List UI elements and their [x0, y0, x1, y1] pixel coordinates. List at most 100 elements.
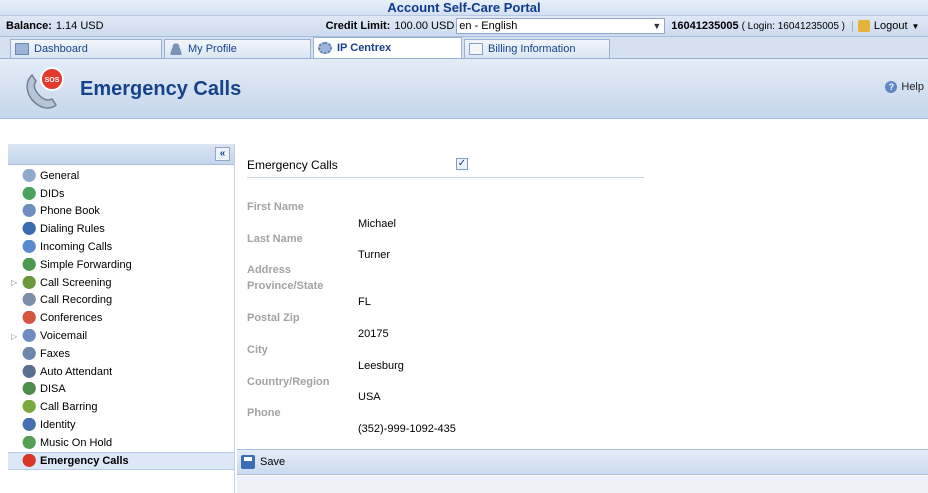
sidebar-item-label: Call Barring	[40, 401, 98, 414]
field-label: First Name	[247, 201, 304, 213]
chevron-down-icon: ▼	[911, 21, 920, 31]
page-header: SOS Emergency Calls ? Help	[0, 59, 928, 119]
field-label: City	[247, 344, 268, 356]
sidebar-item-label: DISA	[40, 383, 66, 396]
gear-icon	[318, 42, 332, 54]
save-icon	[241, 455, 255, 469]
did-icon	[22, 186, 38, 201]
tab-label: Dashboard	[34, 43, 88, 55]
incoming-calls-icon	[22, 240, 38, 255]
field-label: Last Name	[247, 233, 303, 245]
field-value: 20175	[358, 328, 389, 340]
portal-title: Account Self-Care Portal	[0, 0, 928, 16]
tab-label: My Profile	[188, 43, 237, 55]
separator: |	[851, 20, 854, 32]
login-info: ( Login: 16041235005 )	[741, 20, 845, 32]
tab-ip-centrex[interactable]: IP Centrex	[313, 37, 462, 58]
music-icon	[22, 435, 38, 450]
sos-icon	[22, 453, 38, 468]
sidebar-item-label: Phone Book	[40, 205, 100, 218]
phonebook-icon	[22, 204, 38, 219]
svg-text:SOS: SOS	[45, 77, 60, 84]
call-barring-icon	[22, 400, 38, 415]
sidebar-item[interactable]: ▷ Call Screening	[8, 274, 234, 292]
content-panel: Emergency Calls ✓ First Name Michael Last …	[237, 144, 928, 493]
sidebar-item[interactable]: DISA	[8, 381, 234, 399]
emergency-phone-icon: SOS	[26, 67, 64, 109]
forwarding-icon	[22, 257, 38, 272]
sidebar-item[interactable]: Phone Book	[8, 203, 234, 221]
sidebar-item[interactable]: Call Barring	[8, 398, 234, 416]
dialing-rules-icon	[22, 222, 38, 237]
sidebar-item[interactable]: Auto Attendant	[8, 363, 234, 381]
sidebar-item-label: Incoming Calls	[40, 241, 113, 254]
user-icon	[169, 43, 183, 55]
tab-my-profile[interactable]: My Profile	[164, 39, 311, 58]
sidebar-item[interactable]: ▷ Voicemail	[8, 327, 234, 345]
page-title: Emergency Calls	[80, 78, 242, 100]
sidebar-item[interactable]: General	[8, 167, 234, 185]
save-label: Save	[260, 456, 286, 468]
field-value: USA	[358, 391, 381, 403]
sidebar-item[interactable]: Dialing Rules	[8, 220, 234, 238]
sidebar-item-label: Auto Attendant	[40, 365, 113, 378]
recording-icon	[22, 293, 38, 308]
field-label: Country/Region	[247, 376, 330, 388]
voicemail-icon	[22, 329, 38, 344]
sidebar-item[interactable]: Music On Hold	[8, 434, 234, 452]
lock-icon	[857, 20, 870, 32]
auto-attendant-icon	[22, 364, 38, 379]
sidebar-item-label: Faxes	[40, 347, 70, 360]
field-value: Leesburg	[358, 360, 404, 372]
balance-label: Balance:	[6, 20, 52, 32]
main-tabs: Dashboard My Profile IP Centrex Billing …	[0, 37, 928, 59]
field-value: Turner	[358, 249, 390, 261]
balance-value: 1.14 USD	[55, 20, 104, 32]
field-label: Postal Zip	[247, 312, 300, 324]
document-icon	[469, 43, 483, 55]
fax-icon	[22, 346, 38, 361]
chevron-down-icon: ▼	[652, 21, 662, 31]
dashboard-icon	[15, 43, 29, 55]
gear-icon	[22, 168, 38, 183]
bottom-spacer	[237, 476, 928, 493]
field-label: Phone	[247, 407, 281, 419]
sidebar-item[interactable]: Faxes	[8, 345, 234, 363]
credit-limit-value: 100.00 USD	[394, 20, 455, 32]
expand-arrow-icon[interactable]: ▷	[11, 332, 17, 341]
info-bar: Balance: 1.14 USD Credit Limit: 100.00 U…	[0, 16, 928, 37]
sidebar-item[interactable]: Conferences	[8, 309, 234, 327]
identity-icon	[22, 418, 38, 433]
disa-icon	[22, 382, 38, 397]
sidebar-item[interactable]: Emergency Calls	[8, 451, 234, 470]
sidebar-item[interactable]: Call Recording	[8, 292, 234, 310]
logout-label: Logout	[873, 20, 908, 32]
emergency-calls-checkbox[interactable]: ✓	[456, 158, 468, 170]
collapse-sidebar-button[interactable]: «	[215, 147, 230, 161]
expand-arrow-icon[interactable]: ▷	[11, 278, 17, 287]
sidebar-item-label: Music On Hold	[40, 436, 113, 449]
sidebar-item[interactable]: Identity	[8, 416, 234, 434]
emergency-calls-label: Emergency Calls	[247, 158, 338, 172]
credit-limit-label: Credit Limit:	[325, 20, 391, 32]
sidebar-item-label: Simple Forwarding	[40, 258, 132, 271]
sidebar-item-label: Conferences	[40, 312, 103, 325]
sidebar-item-label: Dialing Rules	[40, 223, 105, 236]
help-icon: ?	[885, 81, 898, 93]
emergency-calls-row: Emergency Calls ✓	[247, 158, 644, 178]
tab-billing-information[interactable]: Billing Information	[464, 39, 610, 58]
save-toolbar: Save	[237, 449, 928, 475]
save-button[interactable]: Save	[241, 455, 285, 469]
tab-label: Billing Information	[488, 43, 576, 55]
help-button[interactable]: ? Help	[885, 81, 924, 93]
field-value: (352)-999-1092-435	[358, 423, 456, 435]
sidebar-item[interactable]: Simple Forwarding	[8, 256, 234, 274]
help-label: Help	[901, 81, 924, 93]
field-label: Address	[247, 264, 292, 276]
sidebar-item[interactable]: DIDs	[8, 185, 234, 203]
sidebar-item[interactable]: Incoming Calls	[8, 238, 234, 256]
language-select[interactable]: en - English ▼	[456, 18, 666, 34]
sidebar-item-label: Call Recording	[40, 294, 113, 307]
logout-button[interactable]: Logout ▼	[857, 20, 920, 32]
tab-dashboard[interactable]: Dashboard	[10, 39, 162, 58]
